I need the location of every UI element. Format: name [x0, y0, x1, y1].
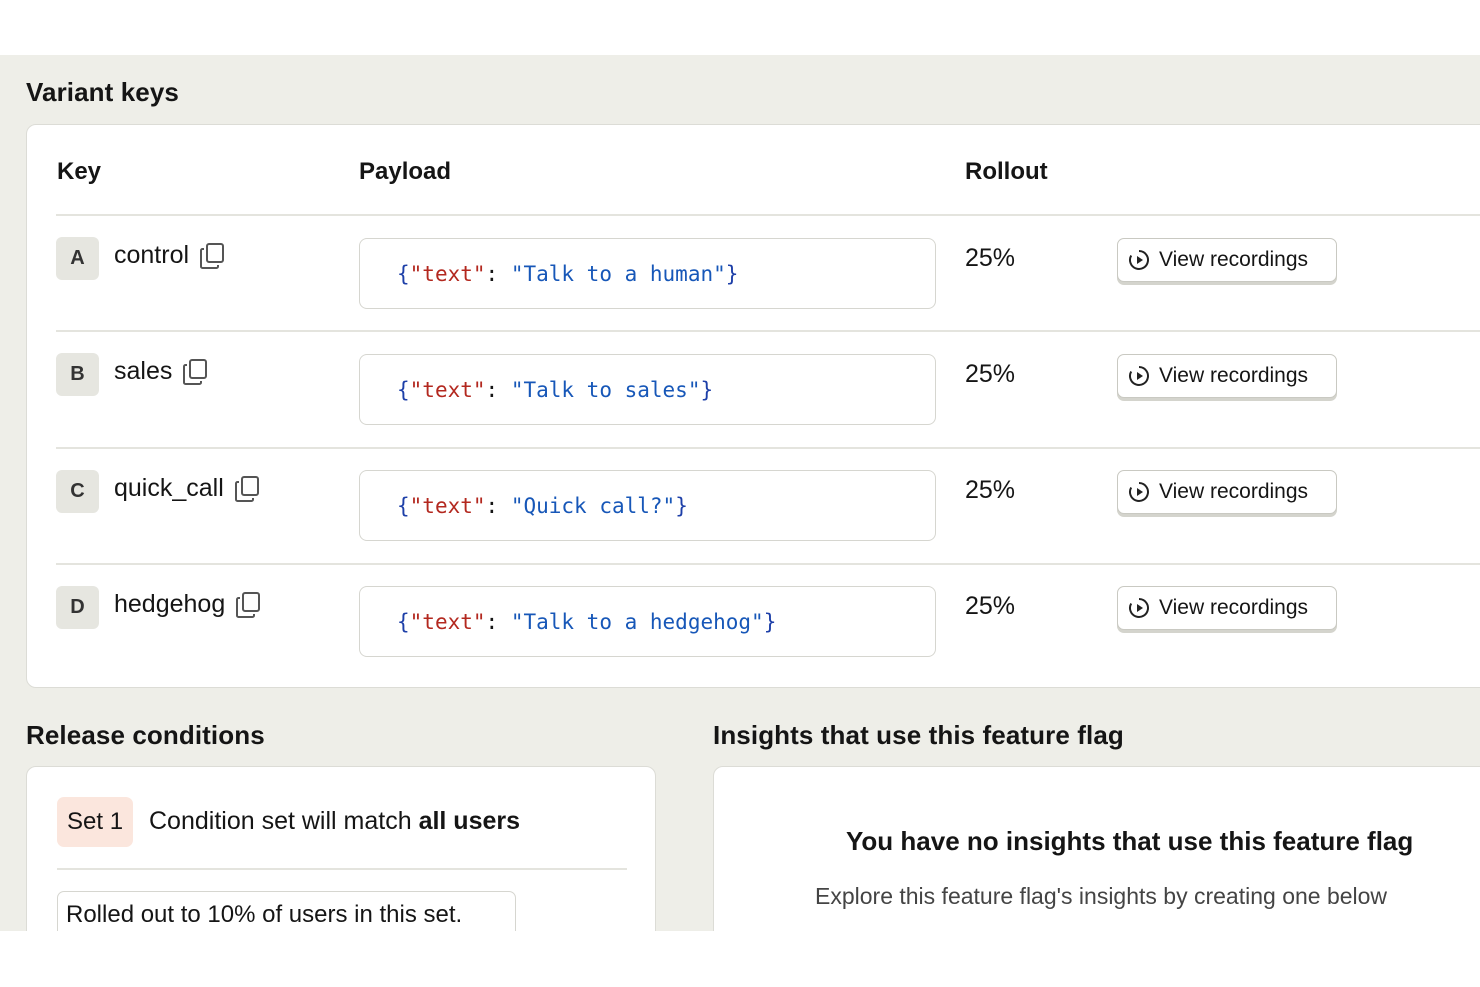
condition-divider — [57, 868, 627, 870]
payload-open-brace: { — [397, 493, 410, 518]
payload-colon: : — [485, 609, 511, 634]
view-recordings-label: View recordings — [1159, 480, 1309, 503]
release-conditions-title: Release conditions — [26, 720, 265, 750]
play-circle-icon — [1129, 250, 1149, 270]
payload-open-brace: { — [397, 261, 410, 286]
payload-input[interactable]: {"text": "Talk to a human"} — [359, 238, 936, 309]
row-divider — [56, 447, 1480, 449]
payload-colon: : — [485, 261, 511, 286]
payload-key: "text" — [409, 377, 486, 402]
variant-key-row: quick_call — [114, 474, 260, 503]
play-circle-icon — [1129, 366, 1149, 386]
condition-set-description: Condition set will match all users — [149, 807, 520, 836]
feature-flag-page: Variant keys Key Payload Rollout A contr… — [0, 55, 1480, 931]
payload-close-brace: } — [700, 377, 714, 402]
payload-close-brace: } — [725, 261, 739, 286]
copy-icon[interactable] — [199, 242, 225, 270]
variant-rollout: 25% — [965, 360, 1016, 388]
column-header-rollout: Rollout — [965, 158, 1048, 185]
row-divider — [56, 330, 1480, 332]
insights-empty-title: You have no insights that use this featu… — [846, 826, 1414, 856]
row-divider — [56, 563, 1480, 565]
variant-letter-badge: C — [56, 470, 99, 513]
variant-key-name: hedgehog — [114, 590, 226, 618]
payload-value: "Talk to sales" — [510, 377, 701, 402]
column-header-key: Key — [57, 158, 102, 185]
payload-open-brace: { — [397, 377, 410, 402]
payload-close-brace: } — [763, 609, 777, 634]
payload-value: "Talk to a hedgehog" — [510, 609, 764, 634]
variant-key-row: sales — [114, 357, 208, 386]
payload-value: "Quick call?" — [510, 493, 676, 518]
variant-letter-badge: A — [56, 237, 99, 280]
payload-close-brace: } — [675, 493, 688, 518]
condition-set-badge: Set 1 — [57, 797, 134, 847]
insights-title: Insights that use this feature flag — [713, 720, 1124, 750]
variant-letter-badge: B — [56, 353, 99, 396]
view-recordings-label: View recordings — [1159, 248, 1309, 271]
variant-key-row: hedgehog — [114, 590, 261, 619]
variant-key-row: control — [114, 241, 225, 270]
view-recordings-button[interactable]: View recordings — [1117, 354, 1337, 398]
condition-match-prefix: Condition set will match — [149, 807, 419, 835]
column-header-payload: Payload — [359, 158, 452, 185]
variant-key-name: sales — [114, 357, 173, 385]
variant-key-name: control — [114, 241, 190, 269]
row-divider — [56, 214, 1480, 216]
view-recordings-label: View recordings — [1159, 596, 1309, 619]
payload-value: "Talk to a human" — [510, 261, 726, 286]
variant-rollout: 25% — [965, 592, 1016, 620]
payload-key: "text" — [409, 261, 486, 286]
variant-rollout: 25% — [965, 476, 1016, 504]
play-circle-icon — [1129, 598, 1149, 618]
variant-rollout: 25% — [965, 244, 1016, 272]
variant-keys-title: Variant keys — [26, 77, 179, 107]
variant-key-name: quick_call — [114, 474, 224, 502]
copy-icon[interactable] — [235, 591, 261, 619]
play-circle-icon — [1129, 482, 1149, 502]
payload-open-brace: { — [397, 609, 410, 634]
payload-input[interactable]: {"text": "Talk to sales"} — [359, 354, 936, 425]
payload-input[interactable]: {"text": "Quick call?"} — [359, 470, 936, 541]
rollout-summary: Rolled out to 10% of users in this set. — [57, 891, 516, 931]
copy-icon[interactable] — [182, 358, 208, 386]
view-recordings-button[interactable]: View recordings — [1117, 586, 1337, 630]
variant-letter-badge: D — [56, 586, 99, 629]
condition-match-target: all users — [418, 807, 521, 835]
view-recordings-label: View recordings — [1159, 364, 1309, 387]
payload-colon: : — [485, 493, 511, 518]
view-recordings-button[interactable]: View recordings — [1117, 238, 1337, 282]
payload-input[interactable]: {"text": "Talk to a hedgehog"} — [359, 586, 936, 657]
insights-empty-subtitle: Explore this feature flag's insights by … — [815, 883, 1388, 909]
payload-colon: : — [485, 377, 511, 402]
payload-key: "text" — [409, 493, 486, 518]
view-recordings-button[interactable]: View recordings — [1117, 470, 1337, 514]
copy-icon[interactable] — [234, 475, 260, 503]
payload-key: "text" — [409, 609, 486, 634]
